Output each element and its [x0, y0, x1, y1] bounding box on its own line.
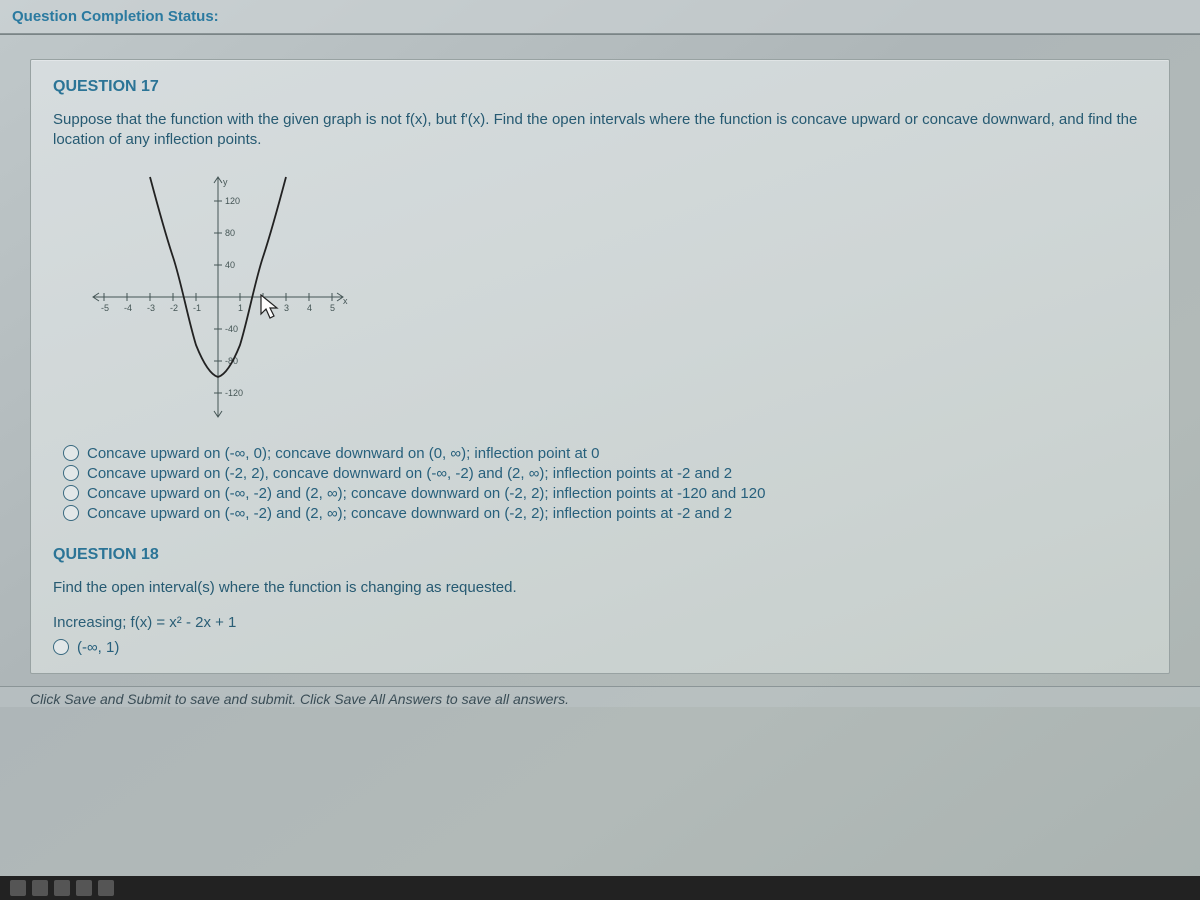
- question-17-title: QUESTION 17: [53, 78, 1147, 96]
- option-2[interactable]: Concave upward on (-2, 2), concave downw…: [63, 465, 1147, 482]
- radio-icon: [63, 465, 79, 481]
- svg-text:2: 2: [261, 303, 266, 313]
- svg-text:y: y: [223, 177, 228, 187]
- svg-text:-5: -5: [101, 303, 109, 313]
- option-4-label: Concave upward on (-∞, -2) and (2, ∞); c…: [87, 505, 732, 522]
- question-18-title: QUESTION 18: [53, 546, 1147, 564]
- question-18: QUESTION 18 Find the open interval(s) wh…: [53, 546, 1147, 656]
- svg-text:-120: -120: [225, 388, 243, 398]
- svg-text:-2: -2: [170, 303, 178, 313]
- q18-option-1-label: (-∞, 1): [77, 639, 119, 656]
- svg-text:5: 5: [330, 303, 335, 313]
- graph-svg: -5 -4 -3 -2 -1 1 2 3 4 5 x 120 80 40: [73, 167, 363, 427]
- option-2-label: Concave upward on (-2, 2), concave downw…: [87, 465, 732, 482]
- quiz-screen: Question Completion Status: QUESTION 17 …: [0, 0, 1200, 900]
- radio-icon: [53, 639, 69, 655]
- question-17-graph: -5 -4 -3 -2 -1 1 2 3 4 5 x 120 80 40: [73, 167, 1147, 427]
- svg-text:4: 4: [307, 303, 312, 313]
- question-17-options: Concave upward on (-∞, 0); concave downw…: [63, 445, 1147, 522]
- taskbar-icon[interactable]: [76, 880, 92, 896]
- completion-status-bar: Question Completion Status:: [0, 0, 1200, 34]
- save-submit-hint-text: Click Save and Submit to save and submit…: [30, 691, 569, 707]
- taskbar-icon[interactable]: [54, 880, 70, 896]
- taskbar-icon[interactable]: [10, 880, 26, 896]
- svg-text:1: 1: [238, 303, 243, 313]
- option-3-label: Concave upward on (-∞, -2) and (2, ∞); c…: [87, 485, 765, 502]
- taskbar-icon[interactable]: [32, 880, 48, 896]
- radio-icon: [63, 485, 79, 501]
- taskbar: [0, 876, 1200, 900]
- question-18-prompt: Find the open interval(s) where the func…: [53, 578, 1147, 598]
- svg-text:-1: -1: [193, 303, 201, 313]
- save-submit-hint: Click Save and Submit to save and submit…: [0, 686, 1200, 707]
- svg-text:80: 80: [225, 228, 235, 238]
- question-card: QUESTION 17 Suppose that the function wi…: [30, 59, 1170, 674]
- question-18-expression: Increasing; f(x) = x² - 2x + 1: [53, 614, 1147, 631]
- option-4[interactable]: Concave upward on (-∞, -2) and (2, ∞); c…: [63, 505, 1147, 522]
- option-1-label: Concave upward on (-∞, 0); concave downw…: [87, 445, 599, 462]
- svg-text:-4: -4: [124, 303, 132, 313]
- taskbar-icon[interactable]: [98, 880, 114, 896]
- radio-icon: [63, 505, 79, 521]
- completion-status-label: Question Completion Status:: [12, 8, 219, 25]
- svg-text:x: x: [343, 296, 348, 306]
- option-3[interactable]: Concave upward on (-∞, -2) and (2, ∞); c…: [63, 485, 1147, 502]
- content-area: QUESTION 17 Suppose that the function wi…: [0, 35, 1200, 674]
- svg-text:3: 3: [284, 303, 289, 313]
- q18-option-1[interactable]: (-∞, 1): [53, 639, 1147, 656]
- svg-text:40: 40: [225, 260, 235, 270]
- option-1[interactable]: Concave upward on (-∞, 0); concave downw…: [63, 445, 1147, 462]
- svg-text:-3: -3: [147, 303, 155, 313]
- svg-text:-40: -40: [225, 324, 238, 334]
- radio-icon: [63, 445, 79, 461]
- question-17-prompt: Suppose that the function with the given…: [53, 110, 1147, 151]
- svg-text:120: 120: [225, 196, 240, 206]
